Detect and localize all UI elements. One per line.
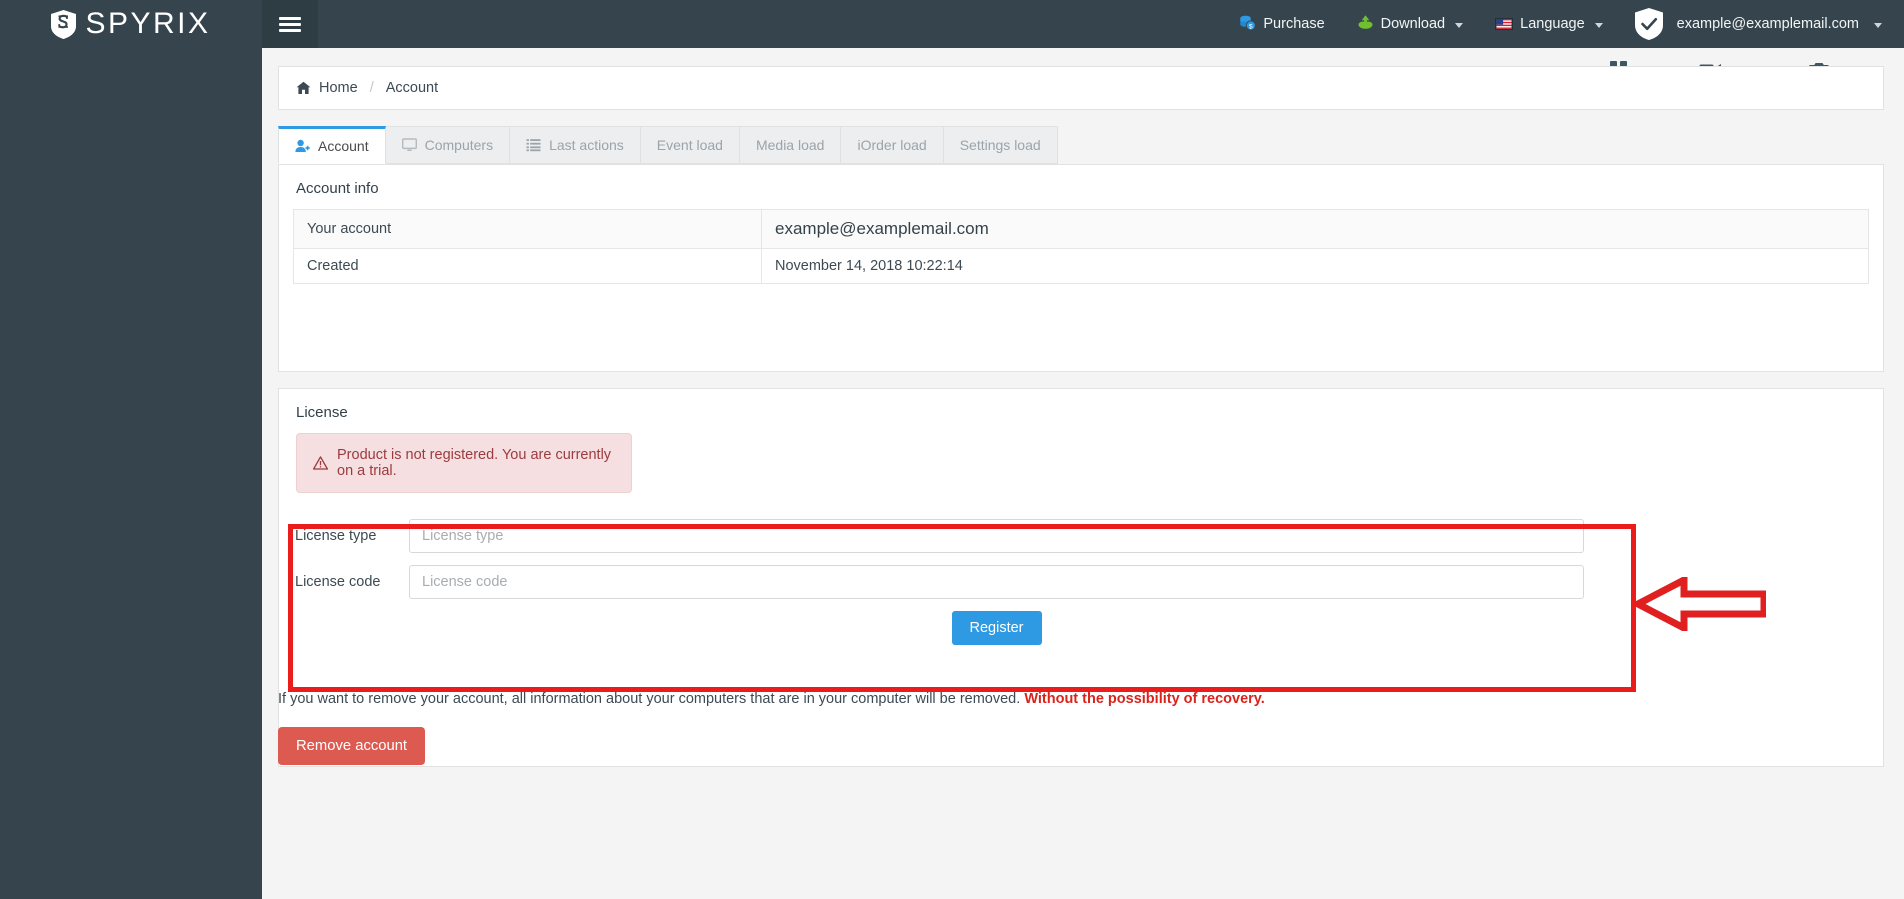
remove-note-text-visible: If you want to remove your account, all …	[278, 691, 1021, 707]
trial-alert-text: Product is not registered. You are curre…	[337, 447, 612, 479]
top-navbar: SPYRIX $ Purchase Download Language exam…	[0, 0, 1904, 48]
table-row: Created November 14, 2018 10:22:14	[293, 248, 1869, 284]
tab-label: Settings load	[959, 137, 1041, 153]
tab-label: Computers	[424, 137, 494, 153]
hamburger-icon[interactable]	[262, 0, 318, 48]
tab-label: iOrder load	[857, 137, 927, 153]
register-button[interactable]: Register	[951, 611, 1042, 645]
tab-media-load[interactable]: Media load	[739, 126, 842, 164]
shield-s-icon	[51, 9, 77, 39]
remove-account-button[interactable]: Remove account	[278, 727, 426, 765]
brand-logo-area[interactable]: SPYRIX	[0, 0, 262, 48]
card-title-account-info: Account info	[296, 180, 379, 197]
tab-computers[interactable]: Computers	[385, 126, 511, 164]
monitor-icon	[401, 138, 417, 152]
breadcrumb-current: Account	[385, 80, 439, 96]
tab-last-actions[interactable]: Last actions	[510, 126, 641, 164]
topnav-label: Download	[1380, 16, 1446, 32]
card-title-license: License	[296, 404, 348, 421]
user-add-icon	[295, 139, 310, 153]
tab-account[interactable]: Account	[278, 126, 386, 164]
sidebar	[0, 48, 262, 899]
tab-label: Event load	[656, 137, 723, 153]
coins-dollar-icon: $	[1239, 14, 1257, 35]
tab-label: Media load	[755, 137, 825, 153]
license-type-label: License type	[295, 528, 377, 544]
row-value: example@examplemail.com	[761, 209, 1869, 249]
main-content: Dashboard Live panel Live Webcamera	[262, 48, 1904, 899]
account-info-table: Your account example@examplemail.com Cre…	[293, 209, 1869, 284]
topnav-item-download[interactable]: Download	[1341, 0, 1480, 48]
topnav-label: Language	[1520, 16, 1585, 32]
table-row: Your account example@examplemail.com	[293, 209, 1869, 249]
topnav-label: Purchase	[1263, 16, 1325, 32]
list-icon	[526, 138, 541, 152]
topnav-item-language[interactable]: Language	[1479, 0, 1619, 48]
account-email-label: example@examplemail.com	[1676, 16, 1859, 32]
row-key: Created	[293, 248, 762, 284]
chevron-down-icon	[1594, 22, 1603, 28]
warning-triangle-icon	[313, 456, 328, 470]
license-form: License type License code Register	[279, 519, 1883, 645]
topnav-item-account[interactable]: example@examplemail.com	[1619, 0, 1904, 48]
license-code-input[interactable]	[409, 565, 1584, 599]
us-flag-icon	[1495, 18, 1514, 30]
remove-note-danger-visible: Without the possibility of recovery.	[1024, 691, 1265, 707]
remove-note-line: If you want to remove your account, all …	[278, 691, 1884, 707]
trial-alert: Product is not registered. You are curre…	[296, 433, 632, 493]
register-row: Register	[279, 611, 1883, 645]
license-code-row: License code	[279, 565, 1883, 599]
breadcrumb: Home / Account	[278, 66, 1884, 110]
home-icon	[296, 81, 311, 95]
svg-text:$: $	[1249, 23, 1253, 30]
topnav-item-purchase[interactable]: $ Purchase	[1223, 0, 1340, 48]
upload-cloud-icon	[1357, 14, 1374, 35]
tab-bar: Account Computers Last actions Event loa…	[278, 126, 1884, 164]
account-info-card: Account info Your account example@exampl…	[278, 164, 1884, 372]
brand-name: SPYRIX	[85, 7, 211, 40]
top-nav-links: $ Purchase Download Language example@exa…	[1223, 0, 1904, 48]
tab-label: Last actions	[549, 137, 624, 153]
tab-settings-load[interactable]: Settings load	[943, 126, 1058, 164]
row-value: November 14, 2018 10:22:14	[761, 248, 1869, 284]
tab-label: Account	[318, 138, 369, 154]
chevron-down-icon	[1455, 22, 1464, 28]
license-type-row: License type	[279, 519, 1883, 553]
tab-iorder-load[interactable]: iOrder load	[841, 126, 944, 164]
license-type-input[interactable]	[409, 519, 1584, 553]
chevron-down-icon	[1874, 22, 1882, 28]
tab-event-load[interactable]: Event load	[640, 126, 740, 164]
breadcrumb-separator: /	[369, 80, 374, 96]
remove-account-block: If you want to remove your account, all …	[278, 691, 1884, 765]
shield-check-icon	[1633, 7, 1665, 41]
license-code-label: License code	[295, 574, 381, 590]
breadcrumb-home[interactable]: Home	[319, 80, 358, 96]
row-key: Your account	[293, 209, 762, 249]
